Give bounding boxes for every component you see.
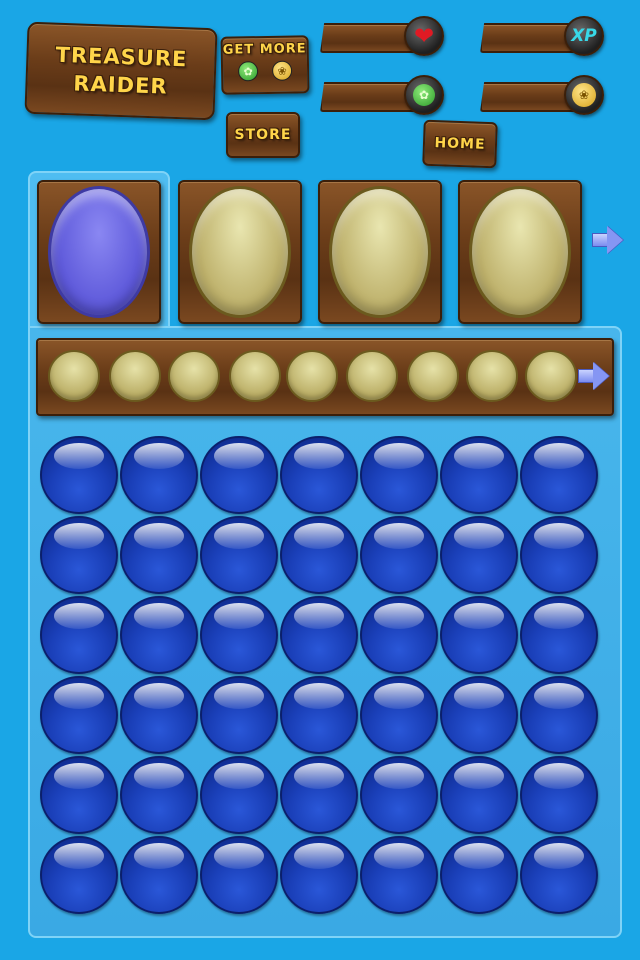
bubble-tile[interactable] bbox=[520, 676, 598, 754]
bubble-tile[interactable] bbox=[520, 436, 598, 514]
home-label: HOME bbox=[434, 135, 486, 153]
bubble-tile[interactable] bbox=[40, 516, 118, 594]
bubble-tile[interactable] bbox=[280, 596, 358, 674]
card-oval bbox=[329, 186, 431, 318]
bubble-tile[interactable] bbox=[40, 596, 118, 674]
bubble-tile[interactable] bbox=[120, 836, 198, 914]
next-cards-arrow-icon[interactable] bbox=[592, 226, 623, 254]
green-gem-icon: ✿ bbox=[237, 61, 259, 82]
bubble-tile[interactable] bbox=[440, 676, 518, 754]
coins-bar: ❀ bbox=[480, 75, 604, 115]
card-oval bbox=[469, 186, 571, 318]
bubble-tile[interactable] bbox=[200, 676, 278, 754]
bubble-tile[interactable] bbox=[520, 756, 598, 834]
bubble-tile[interactable] bbox=[280, 756, 358, 834]
get-more-button[interactable]: GET MORE ✿ ❀ bbox=[220, 35, 310, 95]
bubble-tile[interactable] bbox=[360, 676, 438, 754]
bubble-tile[interactable] bbox=[440, 756, 518, 834]
card-oval bbox=[189, 186, 291, 318]
bubble-tile[interactable] bbox=[40, 436, 118, 514]
bubble-tile[interactable] bbox=[200, 516, 278, 594]
bubble-tile[interactable] bbox=[360, 596, 438, 674]
bubble-tile[interactable] bbox=[280, 836, 358, 914]
inventory-slot[interactable] bbox=[109, 350, 161, 402]
card-slot-2[interactable] bbox=[178, 180, 302, 324]
bubble-tile[interactable] bbox=[440, 436, 518, 514]
xp-bar: XP bbox=[480, 16, 604, 56]
bubble-tile[interactable] bbox=[280, 516, 358, 594]
bubble-tile[interactable] bbox=[520, 516, 598, 594]
card-slot-3[interactable] bbox=[318, 180, 442, 324]
bubble-tile[interactable] bbox=[280, 676, 358, 754]
title-line-2: RAIDER bbox=[73, 71, 168, 99]
bubble-tile[interactable] bbox=[120, 676, 198, 754]
bubble-tile[interactable] bbox=[360, 836, 438, 914]
bubble-tile[interactable] bbox=[360, 436, 438, 514]
home-button[interactable]: HOME bbox=[422, 119, 498, 169]
bubble-tile[interactable] bbox=[120, 596, 198, 674]
inventory-slot[interactable] bbox=[48, 350, 100, 402]
store-label: STORE bbox=[234, 127, 292, 143]
inventory-slot[interactable] bbox=[168, 350, 220, 402]
store-button[interactable]: STORE bbox=[226, 112, 300, 158]
bubble-tile[interactable] bbox=[40, 756, 118, 834]
next-items-arrow-icon[interactable] bbox=[578, 362, 609, 390]
bubble-tile[interactable] bbox=[440, 516, 518, 594]
gold-coin-icon: ❀ bbox=[564, 75, 604, 115]
bubble-tile[interactable] bbox=[40, 676, 118, 754]
xp-icon: XP bbox=[564, 16, 604, 56]
bubble-tile[interactable] bbox=[440, 836, 518, 914]
game-title-sign: TREASURE RAIDER bbox=[24, 21, 218, 121]
bubble-grid bbox=[40, 436, 602, 916]
bubble-tile[interactable] bbox=[520, 596, 598, 674]
inventory-slot[interactable] bbox=[407, 350, 459, 402]
lives-bar: ❤ bbox=[320, 16, 444, 56]
card-oval bbox=[48, 186, 150, 318]
bubble-tile[interactable] bbox=[120, 756, 198, 834]
bubble-tile[interactable] bbox=[520, 836, 598, 914]
bubble-tile[interactable] bbox=[200, 836, 278, 914]
get-more-label: GET MORE bbox=[222, 41, 307, 58]
card-slot-1[interactable] bbox=[37, 180, 161, 324]
heart-icon: ❤ bbox=[404, 16, 444, 56]
bubble-tile[interactable] bbox=[200, 596, 278, 674]
bubble-tile[interactable] bbox=[40, 836, 118, 914]
bubble-tile[interactable] bbox=[440, 596, 518, 674]
inventory-slot[interactable] bbox=[346, 350, 398, 402]
gems-bar: ✿ bbox=[320, 75, 444, 115]
inventory-strip bbox=[36, 338, 614, 416]
bubble-tile[interactable] bbox=[360, 516, 438, 594]
inventory-slot[interactable] bbox=[286, 350, 338, 402]
bubble-tile[interactable] bbox=[280, 436, 358, 514]
inventory-slot[interactable] bbox=[466, 350, 518, 402]
bubble-tile[interactable] bbox=[360, 756, 438, 834]
bubble-tile[interactable] bbox=[200, 436, 278, 514]
card-slot-4[interactable] bbox=[458, 180, 582, 324]
bubble-tile[interactable] bbox=[120, 516, 198, 594]
bubble-tile[interactable] bbox=[120, 436, 198, 514]
inventory-slot[interactable] bbox=[525, 350, 577, 402]
gold-coin-icon: ❀ bbox=[271, 60, 293, 81]
bubble-tile[interactable] bbox=[200, 756, 278, 834]
green-gem-icon: ✿ bbox=[404, 75, 444, 115]
inventory-slot[interactable] bbox=[229, 350, 281, 402]
